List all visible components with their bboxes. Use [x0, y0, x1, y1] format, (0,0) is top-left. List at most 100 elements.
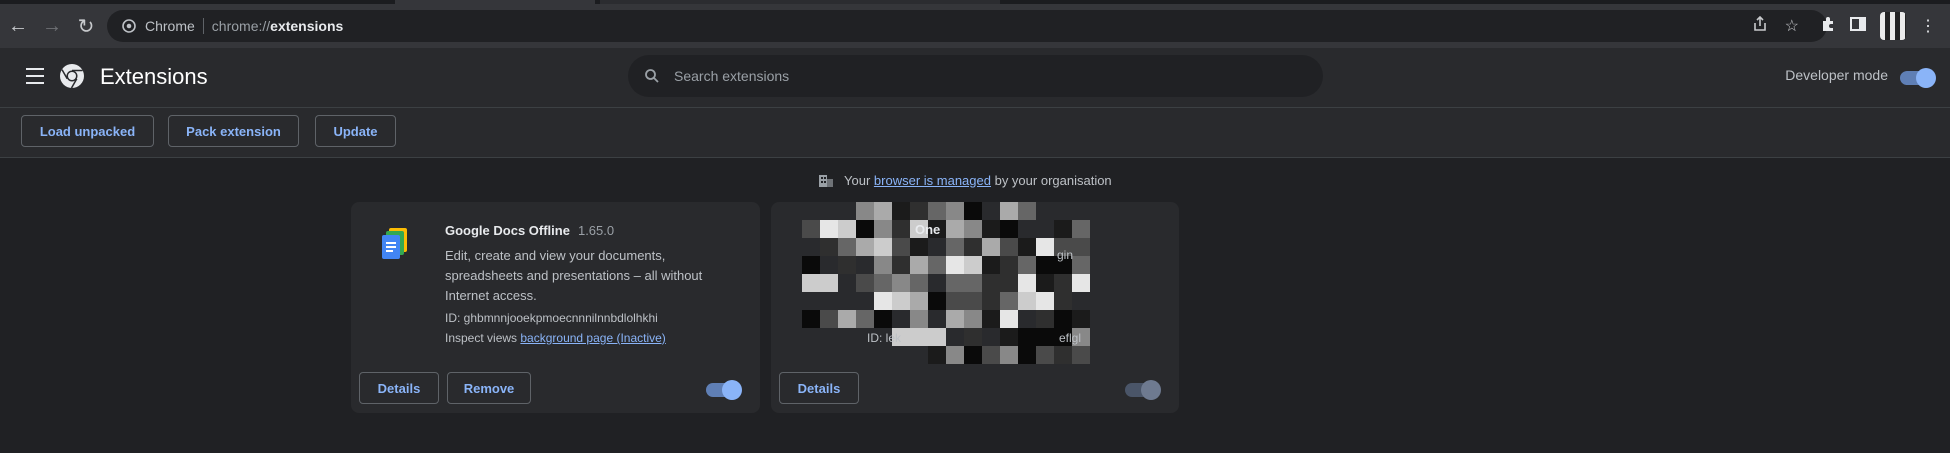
redaction-pixel — [946, 328, 964, 346]
reload-icon[interactable]: ↻ — [70, 10, 102, 42]
redaction-pixel — [928, 328, 946, 346]
redaction-pixel — [1036, 292, 1054, 310]
url-text[interactable]: chrome://extensions — [212, 18, 344, 34]
redaction-pixel — [1072, 346, 1090, 364]
side-panel-icon[interactable] — [1850, 16, 1866, 36]
redaction-pixel — [1036, 220, 1054, 238]
extension-card-redacted: One gin ID: lek eflgl Details — [771, 202, 1179, 413]
redaction-pixel — [856, 310, 874, 328]
redaction-pixel — [892, 274, 910, 292]
redaction-pixel — [1018, 346, 1036, 364]
redaction-pixel — [982, 238, 1000, 256]
profile-avatar[interactable] — [1880, 12, 1906, 40]
redaction-pixel — [910, 310, 928, 328]
redaction-pixel — [964, 256, 982, 274]
redaction-pixel — [838, 346, 856, 364]
redaction-pixel — [946, 256, 964, 274]
omnibox-actions: ☆ — [1753, 10, 1799, 42]
redaction-pixel — [1000, 256, 1018, 274]
redaction-pixel — [820, 310, 838, 328]
share-icon[interactable] — [1753, 15, 1767, 37]
developer-mode-toggle[interactable] — [1900, 68, 1936, 88]
extensions-puzzle-icon[interactable] — [1820, 16, 1836, 37]
redaction-pixel — [802, 274, 820, 292]
redaction-pixel — [1000, 292, 1018, 310]
redaction-pixel — [1018, 274, 1036, 292]
redaction-pixel — [1072, 274, 1090, 292]
redaction-pixel — [838, 238, 856, 256]
redaction-pixel — [820, 346, 838, 364]
redaction-pixel — [1036, 328, 1054, 346]
details-button[interactable]: Details — [779, 372, 859, 404]
search-input[interactable] — [674, 68, 1274, 84]
redaction-pixel — [874, 292, 892, 310]
redaction-pixel — [964, 310, 982, 328]
redaction-pixel — [838, 256, 856, 274]
redaction-pixel — [910, 328, 928, 346]
developer-action-bar: Load unpacked Pack extension Update — [0, 108, 1950, 158]
redacted-pixelation — [802, 202, 1090, 364]
redaction-pixel — [964, 292, 982, 310]
redaction-pixel — [1054, 292, 1072, 310]
redaction-pixel — [820, 256, 838, 274]
redaction-pixel — [892, 292, 910, 310]
redaction-pixel — [820, 328, 838, 346]
redaction-pixel — [1000, 328, 1018, 346]
hamburger-menu-icon[interactable] — [26, 68, 44, 84]
redaction-pixel — [1018, 328, 1036, 346]
load-unpacked-button[interactable]: Load unpacked — [21, 115, 154, 147]
remove-button[interactable]: Remove — [447, 372, 531, 404]
inspect-views: Inspect views background page (Inactive) — [445, 331, 666, 345]
extension-enable-toggle[interactable] — [706, 380, 742, 400]
redaction-pixel — [802, 220, 820, 238]
redaction-pixel — [838, 310, 856, 328]
redaction-pixel — [928, 346, 946, 364]
page-title: Extensions — [100, 64, 208, 89]
redaction-pixel — [892, 202, 910, 220]
managed-notice: Your browser is managed by your organisa… — [818, 172, 1112, 188]
chrome-site-icon — [121, 18, 137, 34]
pack-extension-button[interactable]: Pack extension — [168, 115, 299, 147]
redaction-pixel — [1054, 220, 1072, 238]
update-button[interactable]: Update — [315, 115, 396, 147]
address-bar[interactable]: Chrome chrome://extensions ☆ — [107, 10, 1827, 42]
browser-managed-link[interactable]: browser is managed — [874, 173, 991, 188]
redaction-pixel — [1000, 238, 1018, 256]
redaction-pixel — [1072, 292, 1090, 310]
redaction-pixel — [964, 346, 982, 364]
background-page-link[interactable]: background page (Inactive) — [520, 331, 665, 345]
extension-name-partial: One — [915, 222, 941, 237]
redaction-pixel — [928, 256, 946, 274]
redaction-pixel — [820, 202, 838, 220]
redaction-pixel — [964, 238, 982, 256]
redaction-pixel — [820, 292, 838, 310]
redaction-pixel — [982, 292, 1000, 310]
extension-enable-toggle[interactable] — [1125, 380, 1161, 400]
bookmark-star-icon[interactable]: ☆ — [1785, 16, 1799, 36]
redaction-pixel — [1072, 238, 1090, 256]
search-bar[interactable] — [628, 55, 1323, 97]
site-chip-label: Chrome — [145, 18, 195, 34]
redaction-pixel — [1072, 310, 1090, 328]
redaction-pixel — [802, 328, 820, 346]
forward-icon[interactable]: → — [36, 10, 68, 42]
managed-notice-prefix: Your — [844, 172, 871, 188]
redaction-pixel — [856, 292, 874, 310]
redaction-pixel — [802, 346, 820, 364]
search-icon — [645, 69, 659, 83]
chrome-logo-icon — [60, 64, 84, 89]
redaction-pixel — [892, 346, 910, 364]
redaction-pixel — [946, 292, 964, 310]
redaction-pixel — [874, 310, 892, 328]
redaction-pixel — [1018, 292, 1036, 310]
extension-id: ID: ghbmnnjooekpmoecnnnilnnbdlolhkhi — [445, 311, 658, 325]
redaction-pixel — [838, 274, 856, 292]
extension-card-google-docs-offline: Google Docs Offline 1.65.0 Edit, create a… — [351, 202, 760, 413]
menu-kebab-icon[interactable]: ⋮ — [1920, 16, 1936, 36]
redaction-pixel — [910, 256, 928, 274]
back-icon[interactable]: ← — [2, 10, 34, 42]
redaction-pixel — [874, 274, 892, 292]
details-button[interactable]: Details — [359, 372, 439, 404]
redaction-pixel — [802, 310, 820, 328]
redaction-pixel — [946, 310, 964, 328]
